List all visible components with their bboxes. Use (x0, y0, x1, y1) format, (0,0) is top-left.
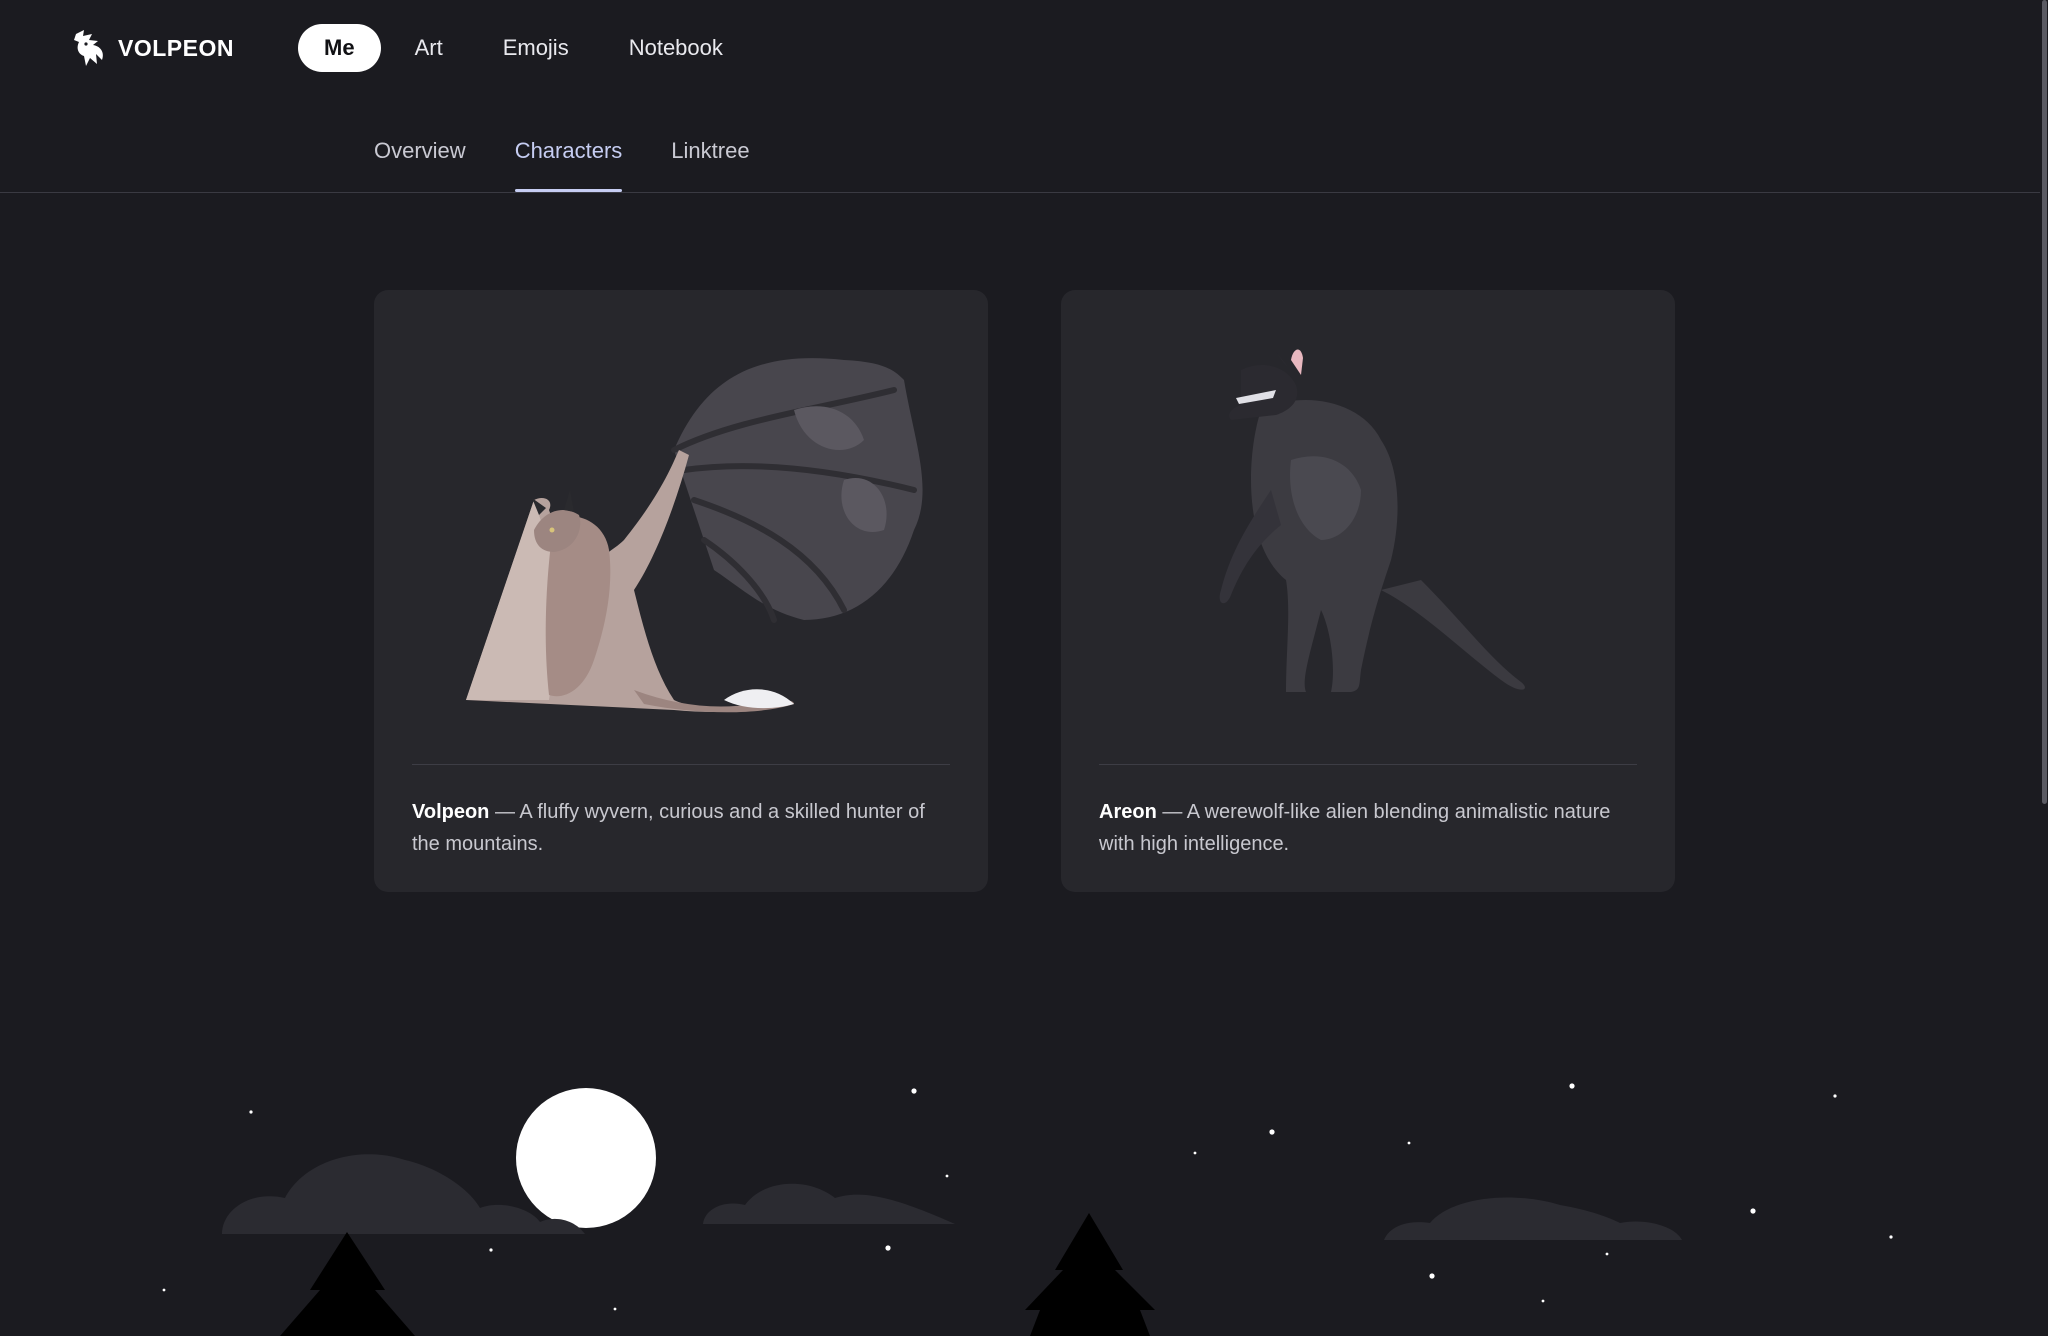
character-name: Volpeon (412, 801, 490, 823)
character-name: Areon (1099, 801, 1157, 823)
page: VOLPEON Me Art Emojis Notebook Overview … (0, 0, 2048, 1336)
card-divider (1099, 764, 1637, 765)
moon (516, 1088, 656, 1228)
character-description: — A fluffy wyvern, curious and a skilled… (412, 801, 925, 855)
main-nav: Me Art Emojis Notebook (298, 24, 757, 72)
cloud (1384, 1197, 1682, 1240)
areon-werewolf-illustration (1219, 349, 1525, 692)
nav-item-art[interactable]: Art (389, 24, 469, 72)
sub-tabs: Overview Characters Linktree (374, 126, 750, 192)
nav-item-emojis[interactable]: Emojis (477, 24, 595, 72)
tab-overview[interactable]: Overview (374, 126, 466, 192)
brand-name: VOLPEON (118, 34, 234, 61)
card-divider (412, 764, 950, 765)
scrollbar-thumb[interactable] (2042, 0, 2047, 804)
volpeon-wyvern-illustration (466, 358, 923, 713)
tabs-divider (0, 192, 2040, 193)
tab-characters[interactable]: Characters (514, 126, 622, 192)
night-sky-scene (162, 1083, 1893, 1336)
character-description: — A werewolf-like alien blending animali… (1099, 801, 1611, 855)
tab-linktree[interactable]: Linktree (671, 126, 749, 192)
nav-item-me[interactable]: Me (298, 24, 381, 72)
nav-item-notebook[interactable]: Notebook (603, 24, 749, 72)
pine-tree (1025, 1213, 1155, 1336)
page-scrollbar[interactable] (2040, 0, 2048, 1336)
dragon-head-icon (74, 30, 103, 66)
pine-tree (280, 1232, 415, 1336)
top-bar: VOLPEON Me Art Emojis Notebook (0, 0, 2040, 96)
character-caption: Volpeon — A fluffy wyvern, curious and a… (412, 796, 950, 860)
character-card-areon: Areon — A werewolf-like alien blending a… (1061, 290, 1675, 892)
character-caption: Areon — A werewolf-like alien blending a… (1099, 796, 1637, 860)
brand-logo-link[interactable]: VOLPEON (72, 26, 234, 70)
character-card-volpeon: Volpeon — A fluffy wyvern, curious and a… (374, 290, 988, 892)
cloud (703, 1183, 955, 1224)
